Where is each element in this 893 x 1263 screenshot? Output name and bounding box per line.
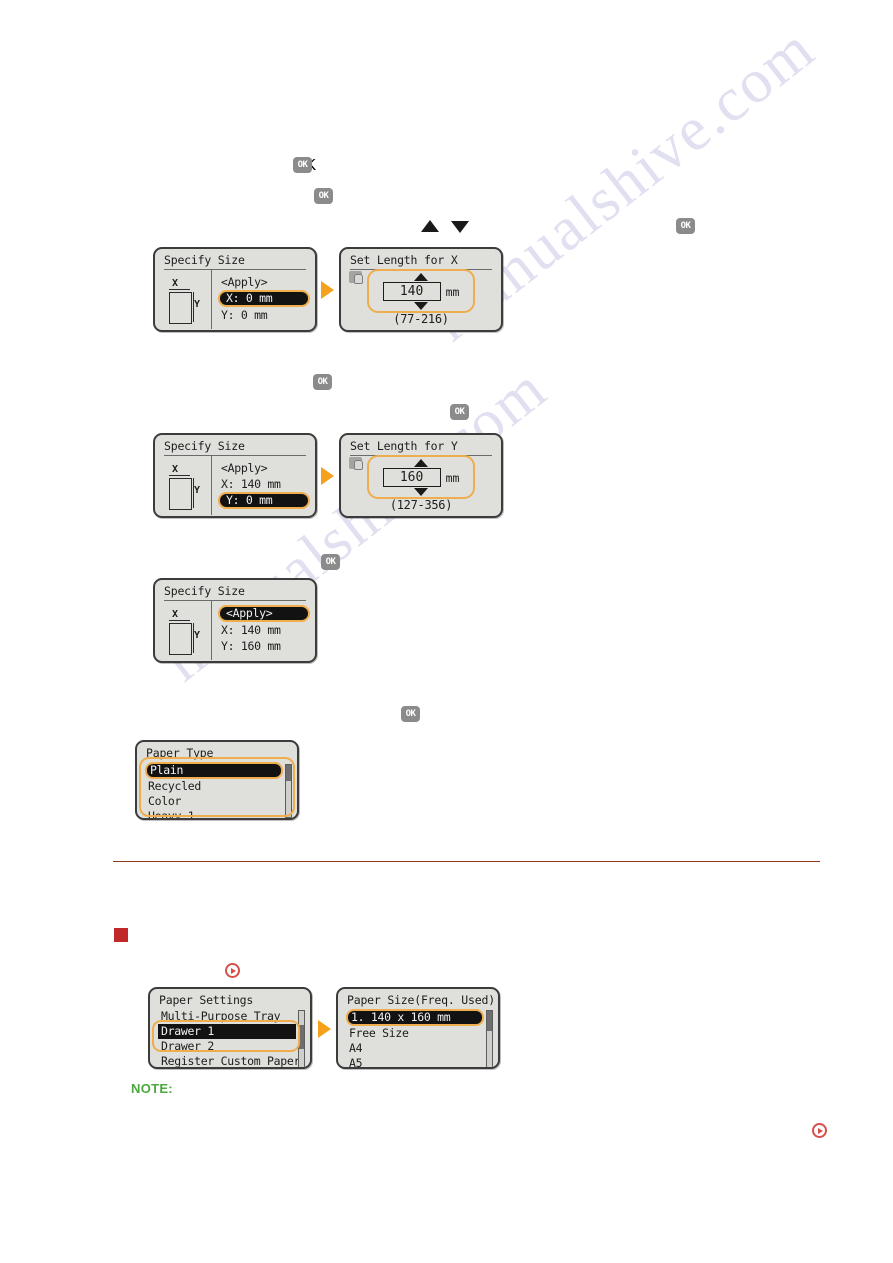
section-bullet-icon: [114, 928, 128, 942]
glyph-label-x: X: [172, 609, 179, 620]
numeric-keypad-icon: [349, 457, 363, 470]
glyph-label-y: Y: [194, 630, 201, 641]
list-item[interactable]: X: 140 mm: [218, 622, 315, 638]
screen-set-length-x: Set Length for X 140 mm (77-216): [339, 247, 503, 332]
dimension-line-horizontal: [169, 289, 190, 290]
scrollbar-thumb[interactable]: [286, 765, 291, 781]
unit-label: mm: [445, 284, 460, 299]
stepper-up-icon[interactable]: [414, 273, 428, 281]
numeric-keypad-icon: [349, 271, 363, 284]
stepper-down-icon[interactable]: [414, 488, 428, 496]
screen-title: Paper Type: [146, 746, 214, 760]
screen-title: Specify Size: [164, 253, 245, 267]
link-play-icon-bottom[interactable]: [812, 1123, 827, 1138]
list-item-selected[interactable]: X: 0 mm: [218, 290, 310, 307]
screen-specify-size-y: Specify Size X Y <Apply> X: 140 mm Y: 0 …: [153, 433, 317, 518]
value-stepper[interactable]: 160 mm: [367, 455, 475, 499]
value-list: <Apply> X: 140 mm Y: 0 mm: [212, 456, 315, 515]
dimension-line-horizontal: [169, 620, 190, 621]
scrollbar-thumb[interactable]: [487, 1011, 492, 1031]
list-item-selected[interactable]: Y: 0 mm: [218, 492, 310, 509]
screen-title: Set Length for X: [350, 253, 458, 267]
ok-key-icon-2: OK: [314, 188, 333, 204]
glyph-label-x: X: [172, 464, 179, 475]
flow-arrow-icon: [318, 1020, 331, 1038]
note-label: NOTE:: [131, 1081, 173, 1096]
value-list: <Apply> X: 140 mm Y: 160 mm: [212, 601, 315, 660]
value-range-label: (127-356): [389, 498, 453, 512]
list-item-selected[interactable]: <Apply>: [218, 605, 310, 622]
list-item[interactable]: X: 140 mm: [218, 476, 315, 492]
screen-paper-type: Paper Type Plain Recycled Color Heavy 1: [135, 740, 299, 820]
list-item-selected[interactable]: 1. 140 x 160 mm: [346, 1009, 484, 1026]
stepper-up-icon[interactable]: [414, 459, 428, 467]
list-item[interactable]: Register Custom Paper: [158, 1054, 300, 1067]
screen-specify-size-x: Specify Size X Y <Apply> X: 0 mm Y: 0 mm: [153, 247, 317, 332]
screen-set-length-y: Set Length for Y 160 mm (127-356): [339, 433, 503, 518]
down-arrow-icon: [451, 221, 469, 233]
screen-title: Specify Size: [164, 439, 245, 453]
list-item[interactable]: <Apply>: [218, 274, 315, 290]
list-item[interactable]: Free Size: [346, 1026, 484, 1041]
paper-dimension-glyph: X Y: [155, 270, 212, 329]
ok-key-icon-4: OK: [313, 374, 332, 390]
list-item[interactable]: Y: 0 mm: [218, 307, 315, 323]
screen-title: Specify Size: [164, 584, 245, 598]
list-item[interactable]: Color: [145, 794, 283, 809]
glyph-label-y: Y: [194, 299, 201, 310]
value-stepper[interactable]: 140 mm: [367, 269, 475, 313]
scrollbar[interactable]: [298, 1010, 305, 1067]
value-field[interactable]: 140: [382, 282, 441, 301]
dimension-line-horizontal: [169, 475, 190, 476]
list-item[interactable]: Multi-Purpose Tray: [158, 1009, 296, 1024]
glyph-label-y: Y: [194, 485, 201, 496]
flow-arrow-icon: [321, 281, 334, 299]
scrollbar[interactable]: [285, 764, 292, 818]
option-list: Plain Recycled Color Heavy 1: [137, 761, 297, 818]
paper-dimension-glyph: X Y: [155, 456, 212, 515]
list-item[interactable]: A4: [346, 1041, 484, 1056]
option-list: 1. 140 x 160 mm Free Size A4 A5: [338, 1008, 498, 1067]
list-item-selected[interactable]: Plain: [145, 762, 283, 779]
up-arrow-icon: [421, 220, 439, 232]
screen-title: Paper Size(Freq. Used): [347, 993, 495, 1007]
list-item[interactable]: Heavy 1: [145, 809, 283, 818]
list-item[interactable]: Drawer 2: [158, 1039, 296, 1054]
list-item[interactable]: <Apply>: [218, 460, 315, 476]
link-play-icon[interactable]: [225, 963, 240, 978]
stepper-down-icon[interactable]: [414, 302, 428, 310]
list-item[interactable]: A5: [346, 1056, 484, 1067]
screen-specify-size-apply: Specify Size X Y <Apply> X: 140 mm Y: 16…: [153, 578, 317, 663]
list-item-selected[interactable]: Drawer 1: [158, 1024, 296, 1039]
flow-arrow-icon: [321, 467, 334, 485]
scrollbar[interactable]: [486, 1010, 493, 1067]
value-range-label: (77-216): [393, 312, 449, 326]
ok-key-icon-3: OK: [676, 218, 695, 234]
unit-label: mm: [445, 470, 460, 485]
screen-title: Paper Settings: [159, 993, 254, 1007]
scrollbar-thumb[interactable]: [299, 1025, 304, 1049]
paper-dimension-glyph: X Y: [155, 601, 212, 660]
list-item[interactable]: Y: 160 mm: [218, 638, 315, 654]
screen-paper-settings: Paper Settings Multi-Purpose Tray Drawer…: [148, 987, 312, 1069]
page-watermark: manualshive.com manualshive.com: [0, 0, 893, 1263]
screen-paper-size-freq-used: Paper Size(Freq. Used) 1. 140 x 160 mm F…: [336, 987, 500, 1069]
paper-outline-icon: [169, 478, 192, 510]
paper-outline-icon: [169, 292, 192, 324]
ok-key-icon-7: OK: [401, 706, 420, 722]
screen-title: Set Length for Y: [350, 439, 458, 453]
value-list: <Apply> X: 0 mm Y: 0 mm: [212, 270, 315, 329]
ok-key-icon-5: OK: [450, 404, 469, 420]
option-list: Multi-Purpose Tray Drawer 1 Drawer 2 Reg…: [150, 1008, 310, 1067]
paper-outline-icon: [169, 623, 192, 655]
list-item[interactable]: Recycled: [145, 779, 283, 794]
ok-key-icon-1: OK: [293, 157, 312, 173]
section-divider: [113, 861, 820, 862]
glyph-label-x: X: [172, 278, 179, 289]
ok-key-icon-6: OK: [321, 554, 340, 570]
value-field[interactable]: 160: [382, 468, 441, 487]
